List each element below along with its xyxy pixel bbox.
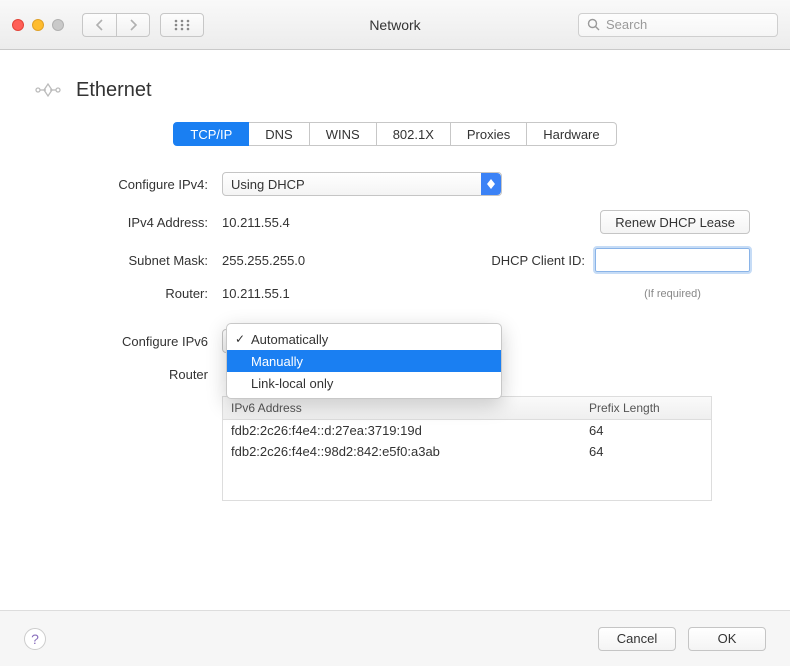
search-icon <box>587 18 600 31</box>
menu-item-manually[interactable]: Manually <box>227 350 501 372</box>
menu-item-automatically[interactable]: Automatically <box>227 328 501 350</box>
ipv6-router-label: Router <box>40 367 222 382</box>
tab-hardware[interactable]: Hardware <box>527 122 616 146</box>
dhcp-client-hint: (If required) <box>595 288 750 300</box>
back-button[interactable] <box>82 13 116 37</box>
search-placeholder: Search <box>606 17 647 32</box>
table-row[interactable]: fdb2:2c26:f4e4::d:27ea:3719:19d64 <box>223 420 711 441</box>
help-icon: ? <box>31 631 39 647</box>
ipv6-address-table: IPv6 Address Prefix Length fdb2:2c26:f4e… <box>222 396 712 501</box>
chevron-left-icon <box>95 19 104 31</box>
cancel-button[interactable]: Cancel <box>598 627 676 651</box>
ethernet-icon <box>34 76 62 104</box>
tab-wins[interactable]: WINS <box>310 122 377 146</box>
close-window-button[interactable] <box>12 19 24 31</box>
dhcp-client-id-input[interactable] <box>595 248 750 272</box>
ipv6-address-cell: fdb2:2c26:f4e4::98d2:842:e5f0:a3ab <box>223 441 581 462</box>
col-header-prefix-length[interactable]: Prefix Length <box>581 397 711 419</box>
subnet-mask-label: Subnet Mask: <box>40 253 222 268</box>
ipv4-address-label: IPv4 Address: <box>40 215 222 230</box>
configure-ipv6-label: Configure IPv6 <box>40 334 222 349</box>
tab-tcpip[interactable]: TCP/IP <box>173 122 249 146</box>
search-field[interactable]: Search <box>578 13 778 37</box>
chevron-up-down-icon <box>481 173 501 195</box>
ipv6-address-cell: fdb2:2c26:f4e4::d:27ea:3719:19d <box>223 420 581 441</box>
grid-icon <box>174 19 190 31</box>
menu-item-link-local-only[interactable]: Link-local only <box>227 372 501 394</box>
table-header: IPv6 Address Prefix Length <box>223 397 711 420</box>
prefix-length-cell: 64 <box>581 420 711 441</box>
settings-form: Configure IPv4: Using DHCP IPv4 Address:… <box>34 172 756 501</box>
renew-dhcp-button[interactable]: Renew DHCP Lease <box>600 210 750 234</box>
configure-ipv4-select[interactable]: Using DHCP <box>222 172 502 196</box>
tab-proxies[interactable]: Proxies <box>451 122 527 146</box>
interface-header: Ethernet <box>34 76 756 104</box>
window-controls <box>12 19 64 31</box>
subnet-mask-value: 255.255.255.0 <box>222 253 305 268</box>
router-label: Router: <box>40 286 222 301</box>
configure-ipv6-menu: AutomaticallyManuallyLink-local only <box>226 323 502 399</box>
ok-button[interactable]: OK <box>688 627 766 651</box>
footer: ? Cancel OK <box>0 610 790 666</box>
table-row[interactable]: fdb2:2c26:f4e4::98d2:842:e5f0:a3ab64 <box>223 441 711 462</box>
nav-buttons <box>82 13 150 37</box>
chevron-right-icon <box>129 19 138 31</box>
tab-dns[interactable]: DNS <box>249 122 309 146</box>
minimize-window-button[interactable] <box>32 19 44 31</box>
dhcp-client-id-label: DHCP Client ID: <box>491 253 585 268</box>
configure-ipv4-value: Using DHCP <box>231 177 305 192</box>
zoom-window-button <box>52 19 64 31</box>
interface-name: Ethernet <box>76 79 152 102</box>
toolbar: Network Search <box>0 0 790 50</box>
col-header-ipv6-address[interactable]: IPv6 Address <box>223 397 581 419</box>
content-pane: Ethernet TCP/IPDNSWINS802.1XProxiesHardw… <box>0 50 790 666</box>
forward-button <box>116 13 150 37</box>
show-all-button[interactable] <box>160 13 204 37</box>
configure-ipv4-label: Configure IPv4: <box>40 177 222 192</box>
tab-8021x[interactable]: 802.1X <box>377 122 451 146</box>
prefix-length-cell: 64 <box>581 441 711 462</box>
help-button[interactable]: ? <box>24 628 46 650</box>
tab-bar: TCP/IPDNSWINS802.1XProxiesHardware <box>34 122 756 146</box>
ipv4-address-value: 10.211.55.4 <box>222 215 290 230</box>
router-value: 10.211.55.1 <box>222 286 290 301</box>
